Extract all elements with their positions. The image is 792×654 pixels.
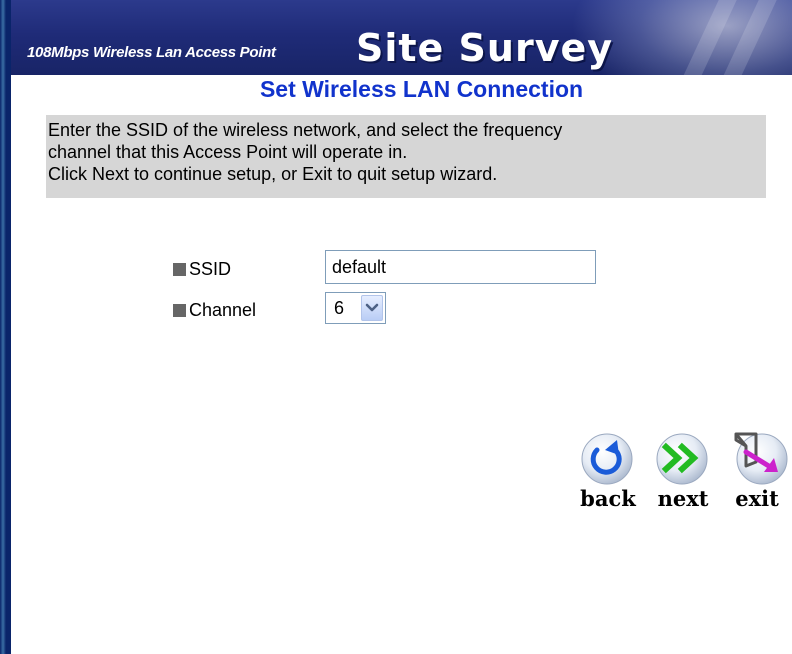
banner-subtitle: 108Mbps Wireless Lan Access Point [27, 44, 276, 61]
ssid-label: SSID [189, 259, 232, 279]
instructions-line: Enter the SSID of the wireless network, … [48, 120, 563, 140]
next-label: next [657, 486, 709, 511]
banner-title: Site Survey [356, 26, 614, 70]
page-title: Set Wireless LAN Connection [11, 75, 792, 103]
exit-button[interactable]: exit [722, 428, 792, 518]
page-title-text: Set Wireless LAN Connection [259, 76, 584, 102]
channel-selected-value: 6 [334, 298, 345, 318]
header-banner: 108Mbps Wireless Lan Access Point Site S… [11, 0, 792, 76]
bullet-icon [173, 263, 186, 276]
exit-label: exit [735, 486, 779, 511]
bullet-icon [173, 304, 186, 317]
instructions-line: channel that this Access Point will oper… [48, 142, 408, 162]
back-arrow-icon [581, 433, 633, 485]
instructions-box: Enter the SSID of the wireless network, … [46, 115, 766, 198]
chevron-down-icon[interactable] [361, 295, 383, 321]
exit-door-icon [734, 432, 788, 485]
back-button[interactable]: back [573, 428, 643, 518]
channel-label: Channel [189, 300, 257, 320]
next-button[interactable]: next [648, 428, 718, 518]
ssid-input[interactable] [325, 250, 596, 284]
channel-select[interactable]: 6 [325, 292, 386, 324]
instructions-line: Click Next to continue setup, or Exit to… [48, 164, 498, 184]
next-arrow-icon [656, 433, 708, 485]
window-left-border [0, 0, 11, 654]
back-label: back [580, 486, 636, 511]
